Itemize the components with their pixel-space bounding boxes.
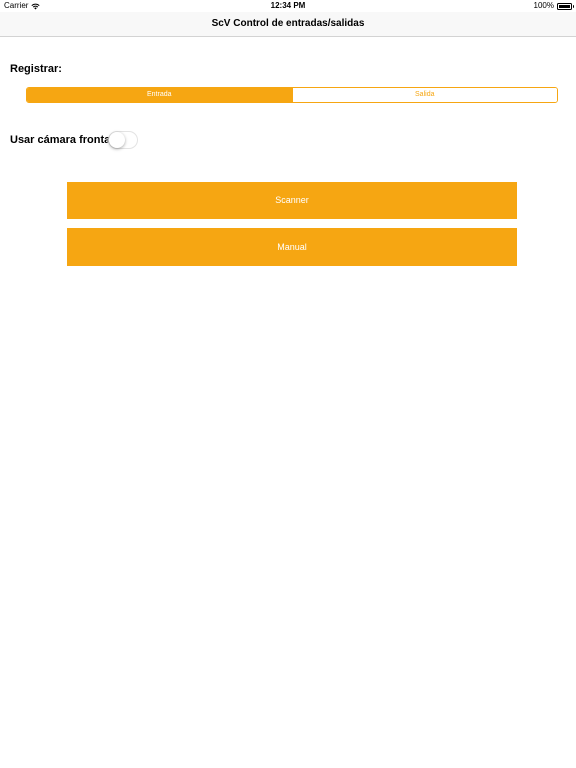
front-camera-toggle[interactable] [108, 131, 138, 149]
status-bar: Carrier 12:34 PM 100% [0, 0, 576, 12]
battery-percent: 100% [533, 1, 554, 10]
battery-fill [559, 4, 570, 8]
registrar-segmented-control[interactable]: Entrada Salida [26, 87, 558, 103]
navigation-bar: ScV Control de entradas/salidas [0, 12, 576, 37]
page-title: ScV Control de entradas/salidas [211, 18, 365, 29]
manual-button[interactable]: Manual [67, 228, 517, 266]
battery-icon [557, 2, 574, 10]
front-camera-label: Usar cámara frontal: [10, 134, 117, 146]
status-time: 12:34 PM [270, 1, 306, 10]
segment-entrada[interactable]: Entrada [27, 88, 292, 102]
scanner-button[interactable]: Scanner [67, 182, 517, 219]
battery-group: 100% [533, 0, 574, 12]
toggle-knob [109, 132, 125, 148]
segment-salida[interactable]: Salida [291, 88, 557, 102]
registrar-label: Registrar: [10, 63, 62, 75]
